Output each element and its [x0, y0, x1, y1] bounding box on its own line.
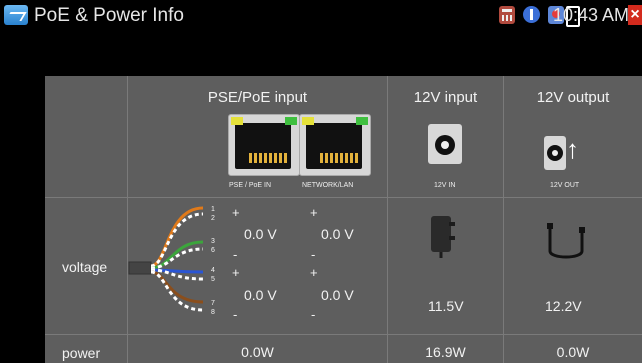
status-bar: PoE & Power Info 10:43 AM × [0, 0, 642, 30]
12v-input-power: 16.9W [425, 344, 466, 360]
grid-line [387, 76, 388, 363]
plus-sign: + [232, 205, 240, 220]
close-icon[interactable]: × [628, 5, 642, 25]
app-title: PoE & Power Info [34, 5, 184, 26]
minus-sign: - [233, 247, 238, 262]
pse-poe-port-icon [228, 114, 300, 176]
dc-input-jack-icon [428, 124, 462, 164]
plus-sign: + [310, 265, 318, 280]
minus-sign: - [311, 247, 316, 262]
up-arrow-icon: ↑ [566, 134, 579, 164]
pin-number: 2 [211, 215, 215, 222]
pin-number: 8 [211, 309, 215, 316]
power-label: power [62, 345, 101, 361]
pin-number: 7 [211, 300, 215, 307]
pin-number: 5 [211, 276, 215, 283]
minus-sign: - [311, 307, 316, 322]
grid-line [45, 197, 642, 198]
minus-sign: - [233, 307, 238, 322]
pse-voltage-pair-2: 0.0 V [244, 287, 277, 303]
12v-out-label: 12V OUT [550, 182, 580, 189]
dc-cable-icon [547, 223, 585, 259]
power-adapter-icon [431, 216, 455, 258]
plus-sign: + [310, 205, 318, 220]
network-lan-label: NETWORK/LAN [302, 182, 354, 189]
header-12v-input: 12V input [413, 89, 478, 106]
grid-line [503, 76, 504, 363]
calculator-icon [499, 6, 515, 24]
pin-number: 1 [211, 206, 215, 213]
header-12v-output: 12V output [536, 89, 610, 106]
voltage-label: voltage [62, 259, 108, 275]
notification-icon [523, 6, 540, 23]
grid-line [45, 334, 642, 335]
lan-voltage-pair-2: 0.0 V [321, 287, 354, 303]
clock: 10:43 AM [553, 5, 630, 25]
poe-power-table: PSE/PoE input 12V input 12V output PSE /… [45, 76, 642, 363]
12v-output-voltage: 12.2V [545, 298, 582, 314]
pse-voltage-pair-1: 0.0 V [244, 226, 277, 242]
pin-number: 6 [211, 247, 215, 254]
lan-voltage-pair-1: 0.0 V [321, 226, 354, 242]
12v-output-power: 0.0W [556, 344, 590, 360]
pin-number: 3 [211, 238, 215, 245]
12v-in-label: 12V IN [434, 182, 456, 189]
pin-number: 4 [211, 267, 215, 274]
header-pse-poe-input: PSE/PoE input [207, 89, 308, 106]
dc-output-jack-icon [544, 136, 566, 170]
app-icon [4, 5, 28, 25]
ethernet-cable-icon [128, 206, 204, 312]
poe-power-value: 0.0W [241, 344, 274, 360]
network-lan-port-icon [299, 114, 371, 176]
pse-poe-in-label: PSE / PoE IN [229, 182, 272, 189]
plus-sign: + [232, 265, 240, 280]
12v-input-voltage: 11.5V [428, 298, 464, 314]
